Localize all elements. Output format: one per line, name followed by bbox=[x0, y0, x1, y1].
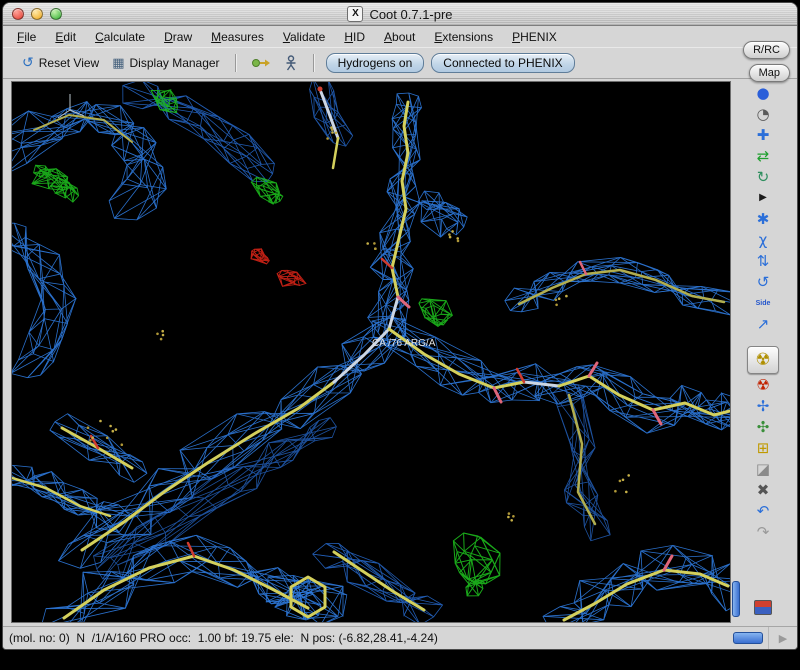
vertical-scroll-thumb[interactable] bbox=[732, 581, 740, 617]
image-icon[interactable] bbox=[750, 597, 776, 617]
phenix-connection-button[interactable]: Connected to PHENIX bbox=[431, 53, 575, 73]
clock-icon[interactable]: ◔ bbox=[750, 104, 776, 124]
delete-icon[interactable]: ✖ bbox=[750, 480, 776, 500]
right-toolbar: ● ◔ ✚ ⇄ ↻ ▶ ✱ χ ⇅ ↺ Side ↗ ☢ ☢ ✢ ✣ ⊞ ◪ ✖ ↶ ↷ bbox=[740, 81, 786, 623]
menu-hid[interactable]: HID bbox=[344, 30, 365, 44]
side-chain-flip-icon[interactable]: Side bbox=[750, 293, 776, 313]
rotate-ccw-icon[interactable]: ↺ bbox=[750, 272, 776, 292]
stick-figure-icon bbox=[286, 55, 296, 71]
active-atom-label: CA /76 ARG/A bbox=[372, 338, 436, 349]
canvas-horizontal-scrollbar[interactable] bbox=[733, 632, 763, 644]
menu-about[interactable]: About bbox=[384, 30, 415, 44]
canvas-vertical-scrollbar[interactable] bbox=[731, 81, 740, 621]
menu-draw[interactable]: Draw bbox=[164, 30, 192, 44]
window-title-text: Coot 0.7.1-pre bbox=[369, 6, 453, 22]
undo-icon[interactable]: ↶ bbox=[750, 501, 776, 521]
menu-bar: File Edit Calculate Draw Measures Validate HID… bbox=[3, 26, 797, 47]
menu-phenix[interactable]: PHENIX bbox=[512, 30, 557, 44]
window-controls bbox=[12, 8, 62, 20]
sphere-refine-icon[interactable]: ☢ bbox=[747, 346, 779, 374]
display-manager-label: Display Manager bbox=[129, 56, 220, 70]
swap-arrows-icon[interactable]: ⇄ bbox=[750, 146, 776, 166]
window-title: X Coot 0.7.1-pre bbox=[347, 6, 453, 22]
menu-measures[interactable]: Measures bbox=[211, 30, 264, 44]
play-icon[interactable]: ▶ bbox=[750, 188, 776, 208]
redo-icon[interactable]: ↷ bbox=[750, 522, 776, 542]
panel-expand-icon[interactable]: ▶ bbox=[768, 627, 797, 649]
main-area: CA /76 ARG/A ● ◔ ✚ ⇄ ↻ ▶ ✱ χ ⇅ ↺ Side ↗ ☢ ☢ ✢ ✣ ⊞ ◪ ✖ ↶ ↷ bbox=[3, 79, 797, 626]
edit-chi-angles-icon[interactable]: χ bbox=[750, 230, 776, 250]
goto-atom-button[interactable] bbox=[248, 54, 274, 72]
menu-file[interactable]: File bbox=[17, 30, 36, 44]
toolbar-separator bbox=[312, 54, 314, 72]
status-row: (mol. no: 0) N /1/A/160 PRO occ: 1.00 bf… bbox=[3, 626, 797, 649]
zoom-button[interactable] bbox=[50, 8, 62, 20]
horizontal-scroll-thumb[interactable] bbox=[733, 632, 763, 644]
menu-calculate[interactable]: Calculate bbox=[95, 30, 145, 44]
reset-view-icon: ↺ bbox=[22, 55, 34, 71]
map-button[interactable]: Map bbox=[748, 64, 790, 82]
menu-validate[interactable]: Validate bbox=[283, 30, 326, 44]
density-view-svg bbox=[12, 82, 730, 622]
x11-icon: X bbox=[347, 6, 364, 22]
move-atoms-icon[interactable]: ✚ bbox=[750, 125, 776, 145]
rrc-button[interactable]: R/RC bbox=[743, 41, 790, 59]
minimize-button[interactable] bbox=[31, 8, 43, 20]
menu-extensions[interactable]: Extensions bbox=[434, 30, 493, 44]
add-atom-icon[interactable]: ⊞ bbox=[750, 438, 776, 458]
flip-peptide-icon[interactable]: ⇅ bbox=[750, 251, 776, 271]
graphics-canvas[interactable]: CA /76 ARG/A bbox=[11, 81, 731, 623]
hydrogens-toggle-button[interactable]: Hydrogens on bbox=[325, 53, 425, 73]
display-manager-button[interactable]: ▦ Display Manager bbox=[109, 54, 222, 72]
display-manager-icon: ▦ bbox=[112, 55, 125, 71]
toolbar-separator bbox=[234, 54, 236, 72]
atom-cross-icon[interactable]: ✢ bbox=[750, 396, 776, 416]
menu-edit[interactable]: Edit bbox=[55, 30, 76, 44]
main-toolbar: ↺ Reset View ▦ Display Manager Hydrogens… bbox=[3, 47, 797, 79]
radiation-icon[interactable]: ☢ bbox=[750, 375, 776, 395]
status-bar-text: (mol. no: 0) N /1/A/160 PRO occ: 1.00 bf… bbox=[9, 631, 438, 645]
close-button[interactable] bbox=[12, 8, 24, 20]
auto-fit-rotamer-icon[interactable]: ✱ bbox=[750, 209, 776, 229]
reset-view-label: Reset View bbox=[38, 56, 100, 70]
coot-window: X Coot 0.7.1-pre File Edit Calculate Draw Me… bbox=[2, 2, 798, 650]
map-sphere-icon[interactable]: ● bbox=[750, 83, 776, 103]
goto-atom-icon bbox=[251, 59, 270, 67]
rama-figure-button[interactable] bbox=[281, 53, 301, 73]
star-cross-icon[interactable]: ✣ bbox=[750, 417, 776, 437]
eraser-icon[interactable]: ◪ bbox=[750, 459, 776, 479]
rotate-zone-icon[interactable]: ↻ bbox=[750, 167, 776, 187]
reset-view-button[interactable]: ↺ Reset View bbox=[19, 54, 102, 72]
add-terminal-residue-icon[interactable]: ↗ bbox=[750, 314, 776, 334]
title-bar[interactable]: X Coot 0.7.1-pre bbox=[3, 3, 797, 26]
